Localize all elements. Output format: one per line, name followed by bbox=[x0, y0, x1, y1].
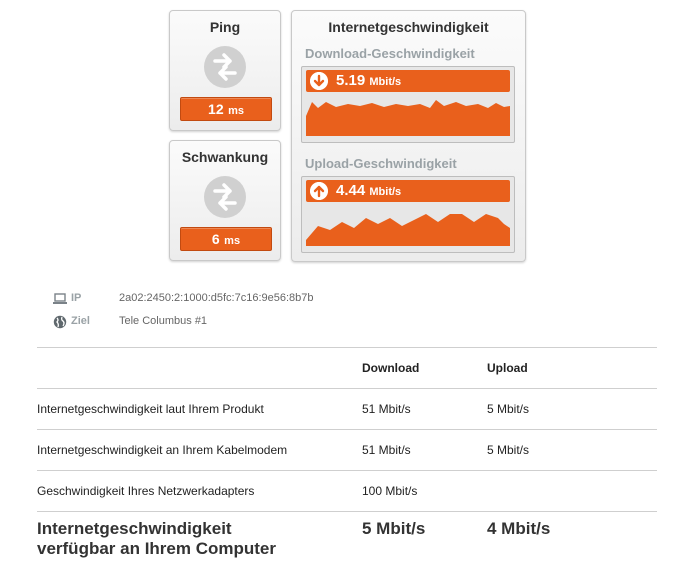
row-download: 100 Mbit/s bbox=[362, 471, 487, 512]
table-row: Internetgeschwindigkeit an Ihrem Kabelmo… bbox=[37, 430, 657, 471]
ip-row: IP 2a02:2450:2:1000:d5fc:7c16:9e56:8b7b bbox=[53, 292, 373, 308]
summary-upload: 4 Mbit/s bbox=[487, 512, 657, 569]
laptop-icon bbox=[53, 293, 67, 305]
row-upload bbox=[487, 471, 657, 512]
jitter-card: Schwankung 6 ms bbox=[169, 140, 281, 261]
upload-graph: 4.44 Mbit/s bbox=[301, 176, 515, 253]
arrow-down-icon bbox=[310, 72, 328, 90]
upload-title: Upload-Geschwindigkeit bbox=[305, 156, 457, 171]
ip-label: IP bbox=[71, 292, 81, 304]
jitter-value-badge: 6 ms bbox=[180, 227, 272, 251]
speed-card: Internetgeschwindigkeit Download-Geschwi… bbox=[291, 10, 526, 262]
globe-icon bbox=[53, 315, 67, 329]
table-header-download: Download bbox=[362, 348, 487, 389]
download-speed-bar: 5.19 Mbit/s bbox=[306, 70, 510, 92]
table-summary-row: Internetgeschwindigkeit verfügbar an Ihr… bbox=[37, 512, 657, 569]
table-header-upload: Upload bbox=[487, 348, 657, 389]
table-row: Internetgeschwindigkeit laut Ihrem Produ… bbox=[37, 389, 657, 430]
table-header-row: Download Upload bbox=[37, 348, 657, 389]
upload-speed-graph bbox=[306, 204, 510, 246]
download-speed-graph bbox=[306, 94, 510, 136]
target-label: Ziel bbox=[71, 315, 90, 327]
speed-comparison-table: Download Upload Internetgeschwindigkeit … bbox=[37, 347, 657, 569]
summary-label-line2: verfügbar an Ihrem Computer bbox=[37, 539, 362, 559]
download-speed-value: 5.19 bbox=[336, 72, 365, 89]
arrow-up-icon bbox=[310, 182, 328, 200]
jitter-unit: ms bbox=[224, 235, 240, 247]
ping-card: Ping 12 ms bbox=[169, 10, 281, 131]
ip-value: 2a02:2450:2:1000:d5fc:7c16:9e56:8b7b bbox=[119, 292, 314, 304]
row-download: 51 Mbit/s bbox=[362, 389, 487, 430]
ping-value-badge: 12 ms bbox=[180, 97, 272, 121]
speed-title: Internetgeschwindigkeit bbox=[292, 19, 525, 35]
ping-value: 12 bbox=[208, 101, 224, 117]
download-speed-unit: Mbit/s bbox=[369, 76, 401, 88]
download-graph: 5.19 Mbit/s bbox=[301, 66, 515, 143]
transfer-arrows-icon bbox=[202, 174, 248, 220]
upload-speed-bar: 4.44 Mbit/s bbox=[306, 180, 510, 202]
summary-label-line1: Internetgeschwindigkeit bbox=[37, 519, 362, 539]
target-row: Ziel Tele Columbus #1 bbox=[53, 315, 373, 331]
table-header-label bbox=[37, 348, 362, 389]
upload-speed-unit: Mbit/s bbox=[369, 186, 401, 198]
ping-title: Ping bbox=[170, 19, 280, 35]
row-label: Internetgeschwindigkeit an Ihrem Kabelmo… bbox=[37, 430, 362, 471]
summary-download: 5 Mbit/s bbox=[362, 512, 487, 569]
row-upload: 5 Mbit/s bbox=[487, 430, 657, 471]
ping-unit: ms bbox=[228, 105, 244, 117]
table-row: Geschwindigkeit Ihres Netzwerkadapters 1… bbox=[37, 471, 657, 512]
download-title: Download-Geschwindigkeit bbox=[305, 46, 475, 61]
row-download: 51 Mbit/s bbox=[362, 430, 487, 471]
row-upload: 5 Mbit/s bbox=[487, 389, 657, 430]
target-value: Tele Columbus #1 bbox=[119, 315, 207, 327]
upload-speed-value: 4.44 bbox=[336, 182, 365, 199]
summary-label: Internetgeschwindigkeit verfügbar an Ihr… bbox=[37, 512, 362, 569]
row-label: Geschwindigkeit Ihres Netzwerkadapters bbox=[37, 471, 362, 512]
row-label: Internetgeschwindigkeit laut Ihrem Produ… bbox=[37, 389, 362, 430]
jitter-title: Schwankung bbox=[170, 149, 280, 165]
transfer-arrows-icon bbox=[202, 44, 248, 90]
jitter-value: 6 bbox=[212, 231, 220, 247]
